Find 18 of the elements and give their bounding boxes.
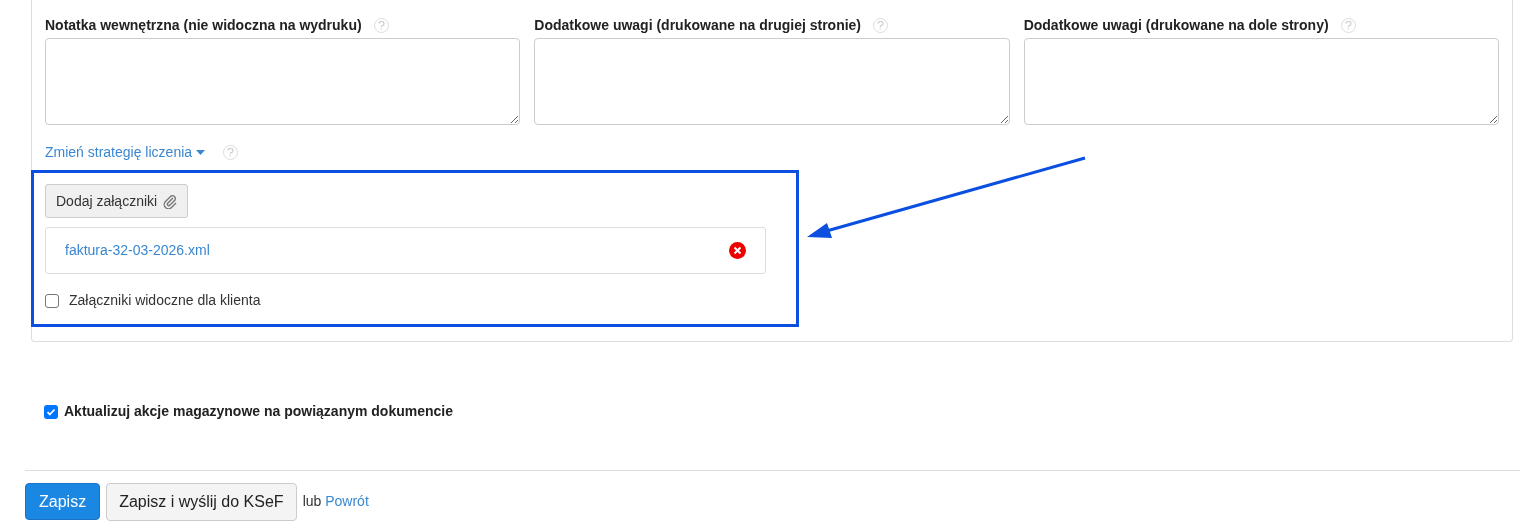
or-text: lub xyxy=(302,493,322,509)
field-label: Dodatkowe uwagi (drukowane na dole strony) xyxy=(1023,15,1329,35)
save-button[interactable]: Zapisz xyxy=(25,483,101,520)
checkbox-label: Załączniki widoczne dla klienta xyxy=(69,291,261,310)
caret-icon xyxy=(196,149,206,155)
field-label: Notatka wewnętrzna (nie widoczna na wydruku) xyxy=(45,15,362,35)
paperclip-icon xyxy=(163,193,178,209)
back-link[interactable]: Powrót xyxy=(325,493,369,509)
save-and-send-button[interactable]: Zapisz i wyślij do KSeF xyxy=(106,483,297,521)
field-label: Dodatkowe uwagi (drukowane na drugiej stronie) xyxy=(534,15,862,35)
check-icon xyxy=(46,406,56,417)
add-attachments-button[interactable]: Dodaj załączniki xyxy=(45,184,189,218)
checkbox-label: Aktualizuj akcje magazynowe na powiązanym dokumencie xyxy=(64,402,453,421)
remove-icon[interactable] xyxy=(729,242,746,259)
attachment-link[interactable]: faktura-32-03-2026.xml xyxy=(65,240,210,261)
strategy-dropdown-link[interactable]: Zmień strategię liczenia xyxy=(45,141,206,163)
checkbox[interactable] xyxy=(45,293,59,308)
checkbox[interactable] xyxy=(44,404,58,419)
